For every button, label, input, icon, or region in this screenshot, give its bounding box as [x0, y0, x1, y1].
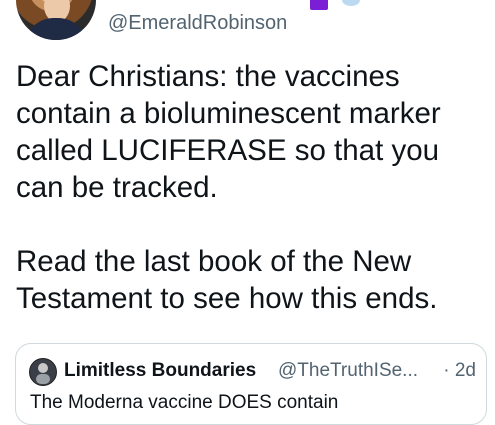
tweet-text: Dear Christians: the vaccines contain a …	[16, 58, 484, 317]
affiliation-badge-icon	[310, 0, 328, 10]
quoted-display-name[interactable]: Limitless Boundaries	[64, 360, 256, 382]
tweet-paragraph-1: Dear Christians: the vaccines contain a …	[16, 60, 441, 204]
author-handle[interactable]: @EmeraldRobinson	[108, 12, 287, 35]
avatar-shirt	[24, 18, 88, 40]
quoted-body-text: The Moderna vaccine DOES contain	[30, 392, 339, 413]
quoted-author-avatar[interactable]	[29, 358, 57, 386]
quoted-tweet-card[interactable]: Limitless Boundaries @TheTruthISe... · 2…	[15, 343, 487, 425]
tweet-paragraph-2: Read the last book of the New Testament …	[16, 245, 438, 315]
quoted-avatar-icon	[36, 363, 50, 384]
verified-badge-icon	[342, 0, 360, 6]
author-avatar[interactable]	[16, 0, 96, 40]
quoted-handle[interactable]: @TheTruthISe...	[278, 360, 418, 382]
quoted-timestamp[interactable]: · 2d	[443, 360, 476, 382]
